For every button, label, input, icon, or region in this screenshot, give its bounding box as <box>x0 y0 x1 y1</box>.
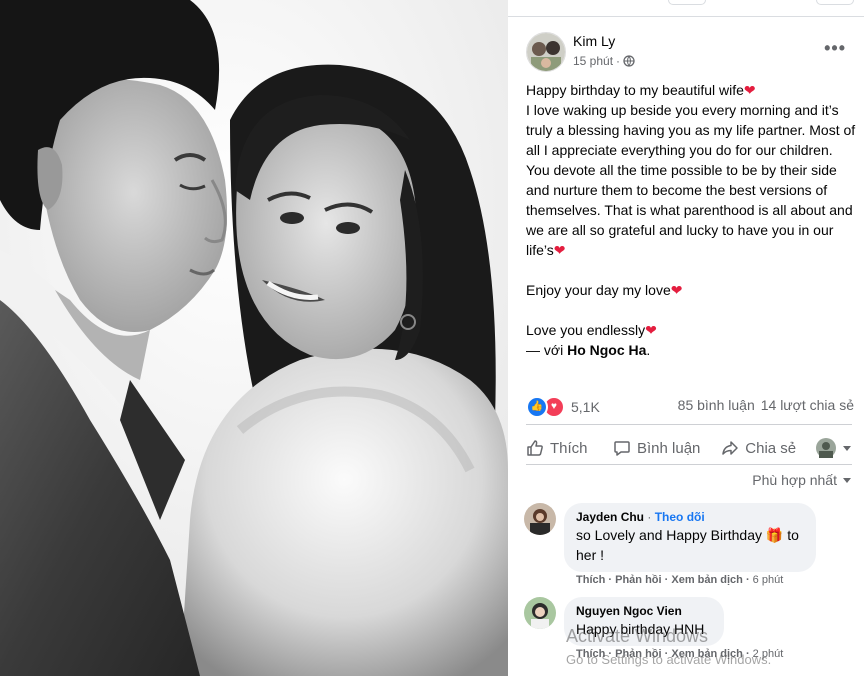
heart-icon: ❤ <box>645 322 657 338</box>
avatar-image <box>527 33 565 71</box>
divider <box>526 464 852 465</box>
caret-down-icon <box>843 478 851 483</box>
post-panel: Kim Ly 15 phút · ••• Happy birthday to m… <box>508 0 864 676</box>
divider <box>526 424 852 425</box>
avatar-image <box>524 503 556 535</box>
heart-icon: ❤ <box>743 82 756 98</box>
post-line-text: Happy birthday to my beautiful wife <box>526 82 744 98</box>
comment-label: Bình luận <box>637 439 701 457</box>
like-button[interactable]: Thích <box>526 439 613 457</box>
share-button[interactable]: Chia sẻ <box>721 439 816 457</box>
post-stats: 👍 ♥ 5,1K 85 bình luận 14 lượt chia sẻ <box>526 396 854 418</box>
comment-reply-link[interactable]: Phản hồi <box>615 574 661 586</box>
with-prefix: — với <box>526 342 568 358</box>
post-line-text: Love you endlessly <box>526 322 646 338</box>
comment-like-link[interactable]: Thích <box>576 574 605 586</box>
like-label: Thích <box>550 439 588 457</box>
reactions-summary[interactable]: 👍 ♥ 5,1K <box>526 396 600 418</box>
follow-link[interactable]: Theo dõi <box>655 510 705 524</box>
heart-icon: ❤ <box>670 282 683 298</box>
post-meta: 15 phút · <box>573 54 635 68</box>
with-suffix: . <box>646 342 651 358</box>
like-reaction-icon: 👍 <box>526 396 548 418</box>
author-avatar[interactable] <box>526 32 566 72</box>
user-avatar-icon <box>816 438 836 458</box>
comment-header: Jayden Chu · Theo dõi <box>576 509 804 525</box>
action-bar: Thích Bình luận Chia sẻ <box>526 434 852 462</box>
commenter-name[interactable]: Jayden Chu <box>576 510 644 524</box>
post-time[interactable]: 15 phút <box>573 54 613 68</box>
post-photo[interactable] <box>0 0 508 676</box>
post-line: Love you endlessly❤ <box>526 320 858 340</box>
comment-button[interactable]: Bình luận <box>613 439 721 457</box>
activation-watermark-subtitle: Go to Settings to activate Windows. <box>566 652 772 667</box>
commenter-avatar[interactable] <box>524 503 556 535</box>
dot-separator: · <box>647 510 652 524</box>
tagged-person-link[interactable]: Ho Ngoc Ha <box>567 342 646 358</box>
top-edge <box>508 0 864 17</box>
engagement-counts: 85 bình luận 14 lượt chia sẻ <box>678 397 854 413</box>
post-line-text: Enjoy your day my love <box>526 282 671 298</box>
caret-down-icon <box>843 446 851 451</box>
post-text: Happy birthday to my beautiful wife❤ I l… <box>526 80 858 360</box>
post-line: I love waking up beside you every mornin… <box>526 100 858 260</box>
share-count-link[interactable]: 14 lượt chia sẻ <box>761 397 854 413</box>
heart-icon: ❤ <box>553 242 566 258</box>
comment-count-link[interactable]: 85 bình luận <box>678 397 755 413</box>
audience-selector[interactable] <box>816 438 852 458</box>
comment-actions: Thích · Phản hồi · Xem bản dịch · 6 phút <box>576 574 784 586</box>
commenter-avatar[interactable] <box>524 597 556 629</box>
comment-sort-dropdown[interactable]: Phù hợp nhất <box>752 472 852 488</box>
sort-label: Phù hợp nhất <box>752 472 837 488</box>
more-options-icon[interactable]: ••• <box>824 38 846 59</box>
comment-translate-link[interactable]: Xem bản dịch <box>671 574 743 586</box>
comment-time[interactable]: 6 phút <box>753 574 784 586</box>
post-line-text: I love waking up beside you every mornin… <box>526 102 856 258</box>
top-edge-tab <box>816 0 854 5</box>
tagged-line: — với Ho Ngoc Ha. <box>526 340 858 360</box>
top-edge-tab <box>668 0 706 5</box>
post-line: Happy birthday to my beautiful wife❤ <box>526 80 858 100</box>
post-header: Kim Ly 15 phút · ••• <box>526 32 852 72</box>
globe-icon <box>623 55 635 67</box>
activation-watermark-title: Activate Windows <box>566 626 709 646</box>
post-line: Enjoy your day my love❤ <box>526 280 858 300</box>
comment-item: Jayden Chu · Theo dõi so Lovely and Happ… <box>524 503 852 593</box>
avatar-image <box>524 597 556 629</box>
dot-separator: · <box>616 54 621 68</box>
author-name[interactable]: Kim Ly <box>573 33 615 49</box>
thumbs-up-icon <box>527 440 543 456</box>
comment-bubble: Jayden Chu · Theo dõi so Lovely and Happ… <box>564 503 816 572</box>
share-icon <box>722 441 739 455</box>
comment-icon <box>614 441 630 456</box>
comment-text-part: so Lovely and Happy Birthday <box>576 527 766 543</box>
gift-icon: 🎁 <box>765 527 784 543</box>
comment-text: so Lovely and Happy Birthday 🎁 to her ! <box>576 525 804 565</box>
reaction-count: 5,1K <box>571 399 600 415</box>
share-label: Chia sẻ <box>745 439 797 457</box>
couple-photo-image <box>0 0 508 676</box>
commenter-name[interactable]: Nguyen Ngoc Vien <box>576 603 712 619</box>
